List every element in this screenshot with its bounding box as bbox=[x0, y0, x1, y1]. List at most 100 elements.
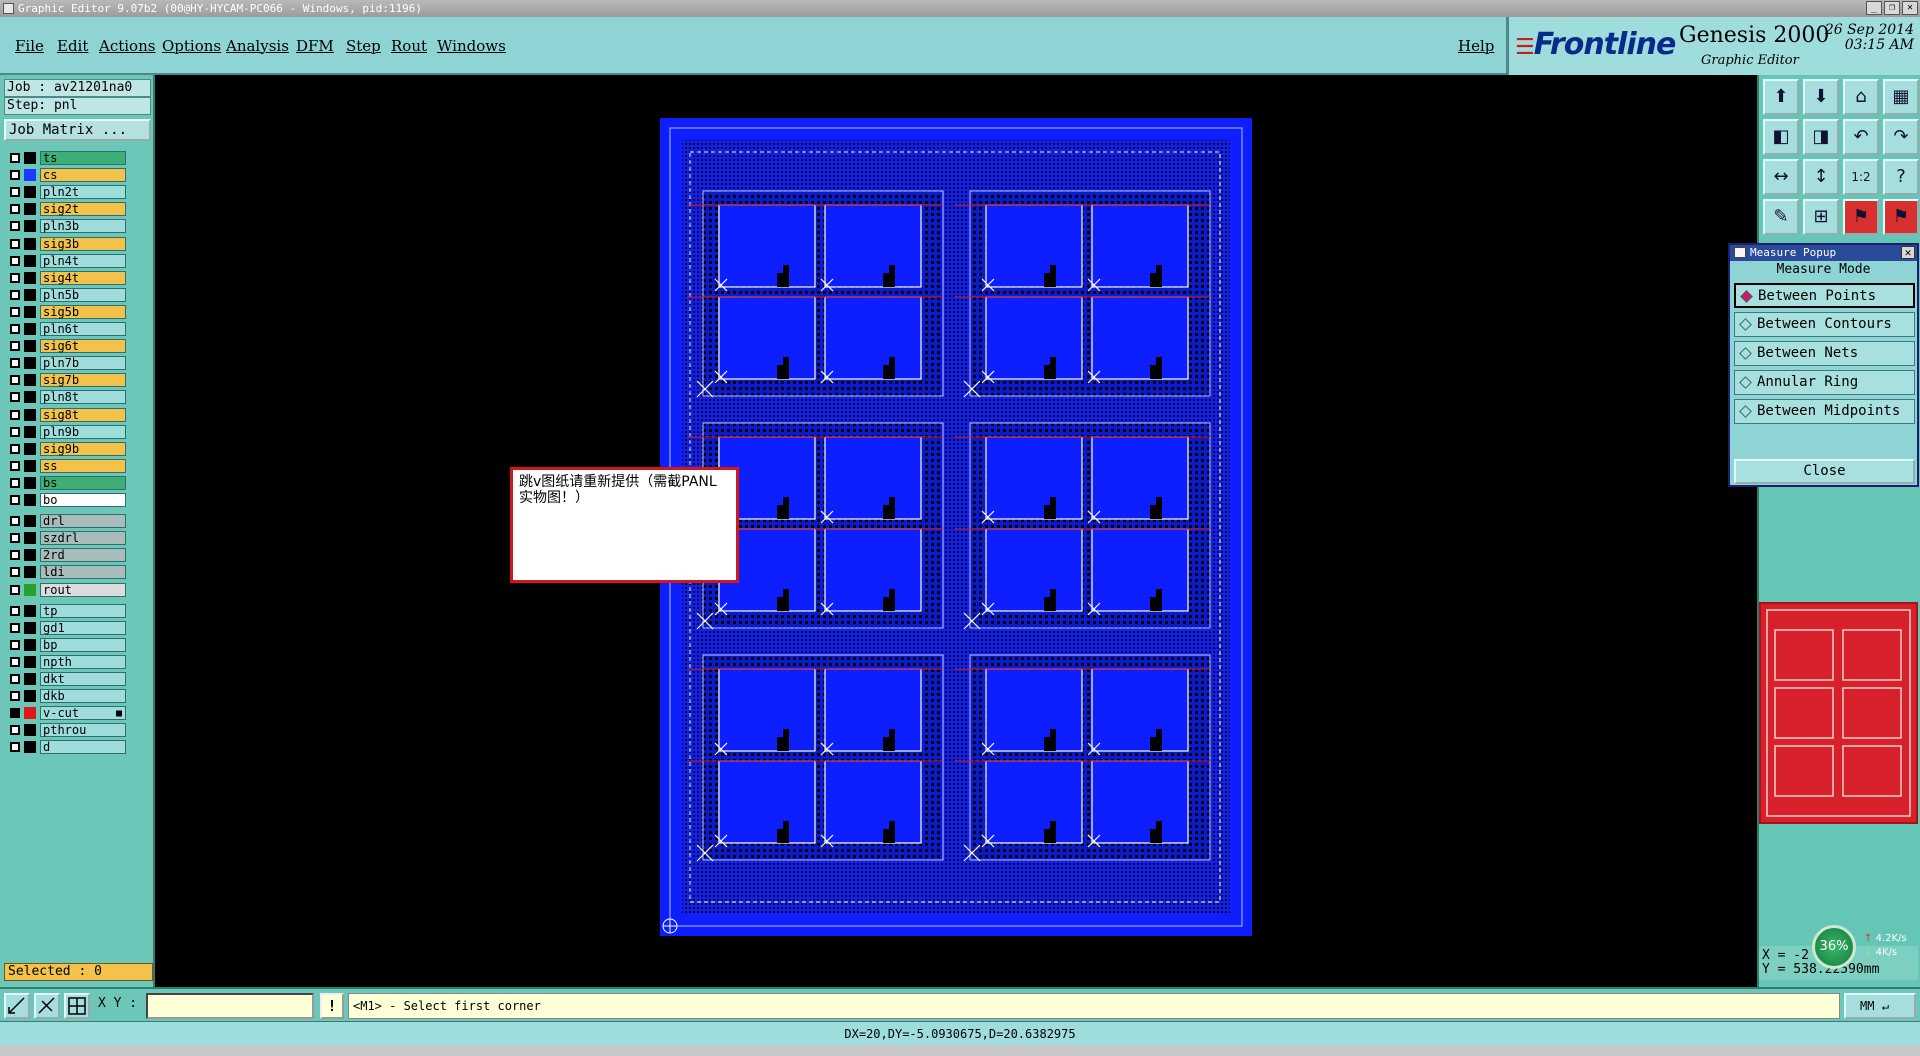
layer-name[interactable]: sig6t bbox=[40, 339, 126, 354]
layer-name[interactable]: pln5b bbox=[40, 287, 126, 302]
layer-row[interactable]: pln3b bbox=[4, 219, 126, 234]
grid-button[interactable]: ⊞ bbox=[1803, 199, 1839, 235]
layer-row[interactable]: npth bbox=[4, 654, 126, 669]
layer-row[interactable]: pln4t bbox=[4, 253, 126, 268]
layer-checkbox[interactable] bbox=[10, 691, 20, 702]
help-button[interactable]: ? bbox=[1883, 159, 1919, 195]
layer-checkbox[interactable] bbox=[10, 204, 20, 215]
menu-rout[interactable]: Rout bbox=[391, 37, 427, 55]
layer-color-swatch[interactable] bbox=[24, 494, 36, 506]
option-between-contours[interactable]: Between Contours bbox=[1734, 312, 1915, 337]
layer-row[interactable]: gd1 bbox=[4, 620, 126, 635]
layer-row[interactable]: ldi bbox=[4, 565, 126, 580]
layer-checkbox[interactable] bbox=[10, 477, 20, 488]
option-between-midpoints[interactable]: Between Midpoints bbox=[1734, 399, 1915, 424]
layer-name[interactable]: gd1 bbox=[40, 620, 126, 635]
layer-color-swatch[interactable] bbox=[24, 621, 36, 634]
layer-checkbox[interactable] bbox=[10, 550, 20, 561]
layer-row[interactable]: pln2t bbox=[4, 185, 126, 200]
menu-step[interactable]: Step bbox=[346, 37, 381, 55]
layer-color-swatch[interactable] bbox=[24, 655, 36, 668]
close-window-button[interactable]: ✕ bbox=[1902, 1, 1918, 15]
units-selector[interactable]: MM ↵ bbox=[1844, 993, 1916, 1019]
layer-color-swatch[interactable] bbox=[24, 690, 36, 703]
layer-checkbox[interactable] bbox=[10, 324, 20, 334]
redo-button[interactable]: ↷ bbox=[1883, 119, 1919, 155]
layer-checkbox[interactable] bbox=[10, 584, 20, 595]
layer-checkbox[interactable] bbox=[10, 605, 20, 616]
measure-mode-button[interactable] bbox=[34, 993, 60, 1019]
layer-checkbox[interactable] bbox=[10, 153, 20, 163]
layer-name[interactable]: rout bbox=[40, 582, 126, 597]
layer-row[interactable]: drl bbox=[4, 514, 126, 529]
snap-mode-button[interactable] bbox=[4, 993, 30, 1019]
layer-name[interactable]: pthrou bbox=[40, 723, 126, 738]
layer-name[interactable]: pln4t bbox=[40, 253, 126, 268]
layer-name[interactable]: bs bbox=[40, 475, 126, 490]
layer-row[interactable]: v-cut ■ bbox=[4, 706, 126, 721]
layer-checkbox[interactable] bbox=[10, 639, 20, 650]
close-popup-icon[interactable]: ✕ bbox=[1901, 246, 1915, 259]
layer-name[interactable]: sig7b bbox=[40, 373, 126, 388]
layer-checkbox[interactable] bbox=[10, 255, 20, 266]
layer-row[interactable]: dkb bbox=[4, 689, 126, 704]
undo-button[interactable]: ↶ bbox=[1843, 119, 1879, 155]
layer-color-swatch[interactable] bbox=[24, 169, 36, 182]
layer-checkbox[interactable] bbox=[10, 567, 20, 578]
layer-checkbox[interactable] bbox=[10, 409, 20, 420]
layer-color-swatch[interactable] bbox=[24, 186, 36, 199]
option-between-points[interactable]: Between Points bbox=[1734, 283, 1915, 308]
scale-button[interactable]: 1:2 bbox=[1843, 159, 1879, 195]
layer-color-swatch[interactable] bbox=[24, 442, 36, 455]
layer-name[interactable]: sig3b bbox=[40, 236, 126, 251]
grid-mode-button[interactable] bbox=[64, 993, 90, 1019]
fit-height-button[interactable]: ↕ bbox=[1803, 159, 1839, 195]
layer-row[interactable]: ss bbox=[4, 458, 126, 473]
layer-name[interactable]: sig8t bbox=[40, 407, 126, 422]
layer-color-swatch[interactable] bbox=[24, 515, 36, 528]
graphic-canvas[interactable]: 跳v图纸请重新提供（需截PANL实物图！） bbox=[157, 75, 1757, 987]
menu-edit[interactable]: Edit bbox=[57, 37, 88, 55]
layer-row[interactable]: 2rd bbox=[4, 548, 126, 563]
layer-checkbox[interactable] bbox=[10, 426, 20, 437]
layer-name[interactable]: sig2t bbox=[40, 202, 126, 217]
layer-checkbox[interactable] bbox=[10, 674, 20, 684]
layer-row[interactable]: bo bbox=[4, 493, 126, 507]
layer-color-swatch[interactable] bbox=[24, 374, 36, 387]
layer-color-swatch[interactable] bbox=[24, 203, 36, 216]
layer-row[interactable]: sig9b bbox=[4, 441, 126, 456]
layer-row[interactable]: sig8t bbox=[4, 407, 126, 422]
layer-color-swatch[interactable] bbox=[24, 673, 36, 685]
layer-color-swatch[interactable] bbox=[24, 583, 36, 596]
layer-checkbox[interactable] bbox=[10, 238, 20, 249]
layer-checkbox[interactable] bbox=[10, 495, 20, 505]
layer-name[interactable]: szdrl bbox=[40, 531, 126, 546]
layer-color-swatch[interactable] bbox=[24, 459, 36, 472]
layer-color-swatch[interactable] bbox=[24, 425, 36, 438]
menu-actions[interactable]: Actions bbox=[99, 37, 155, 55]
layer-checkbox[interactable] bbox=[10, 375, 20, 386]
layer-name[interactable]: ldi bbox=[40, 565, 126, 580]
measure-button[interactable]: ⚑ bbox=[1843, 199, 1879, 235]
layer-name[interactable]: dkb bbox=[40, 689, 126, 704]
move-right-button[interactable]: ◨ bbox=[1803, 119, 1839, 155]
layer-checkbox[interactable] bbox=[10, 358, 20, 369]
layer-row[interactable]: rout bbox=[4, 582, 126, 597]
move-left-button[interactable]: ◧ bbox=[1763, 119, 1799, 155]
xy-input[interactable] bbox=[146, 993, 314, 1019]
layer-row[interactable]: sig5b bbox=[4, 304, 126, 319]
layer-color-swatch[interactable] bbox=[24, 288, 36, 301]
layer-checkbox[interactable] bbox=[10, 742, 20, 753]
menu-help[interactable]: Help bbox=[1458, 37, 1494, 55]
layer-name[interactable]: pln3b bbox=[40, 219, 126, 234]
layer-row[interactable]: pln5b bbox=[4, 287, 126, 302]
layer-color-swatch[interactable] bbox=[24, 340, 36, 353]
layer-row[interactable]: sig4t bbox=[4, 270, 126, 285]
measure-title-bar[interactable]: Measure Popup ✕ bbox=[1730, 245, 1917, 261]
layer-color-swatch[interactable] bbox=[24, 220, 36, 233]
layer-color-swatch[interactable] bbox=[24, 271, 36, 284]
close-button[interactable]: Close bbox=[1734, 459, 1915, 484]
layer-row[interactable]: pln7b bbox=[4, 356, 126, 371]
layer-color-swatch[interactable] bbox=[24, 305, 36, 318]
layer-name[interactable]: d bbox=[40, 740, 126, 755]
